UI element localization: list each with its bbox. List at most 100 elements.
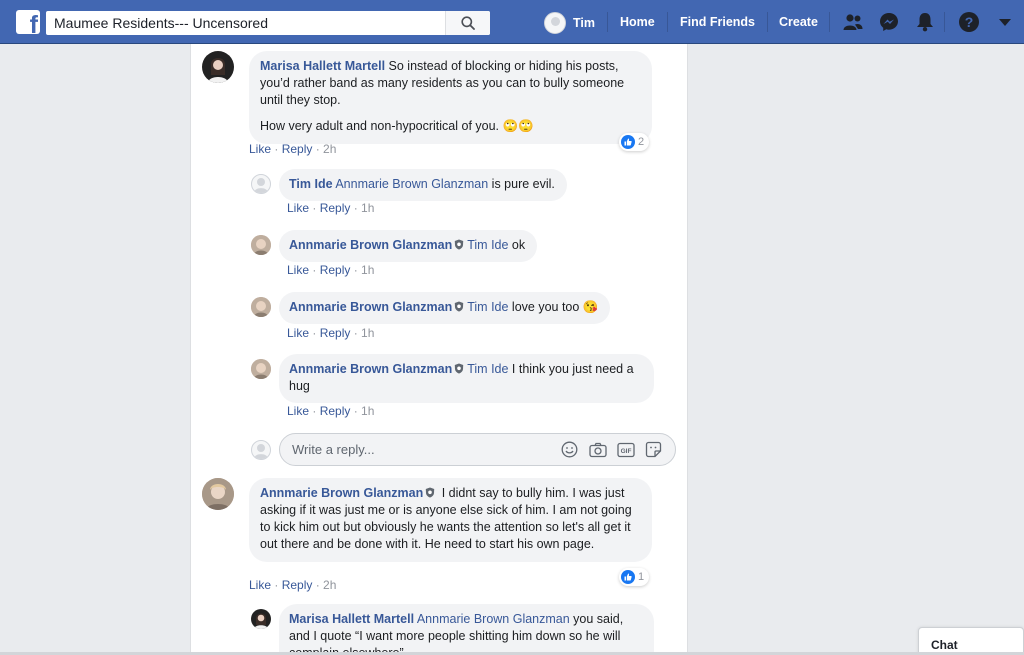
reply-button[interactable]: Reply	[320, 201, 351, 215]
find-friends-link[interactable]: Find Friends	[680, 15, 755, 29]
search-icon	[461, 16, 475, 30]
notifications-icon[interactable]	[914, 11, 936, 33]
reply-placeholder[interactable]: Write a reply...	[280, 442, 560, 457]
avatar[interactable]	[251, 174, 271, 194]
admin-badge-icon	[455, 363, 464, 374]
reply-comment: Marisa Hallett Martell Annmarie Brown Gl…	[251, 604, 654, 655]
comment-bubble: Annmarie Brown Glanzman I didnt say to b…	[249, 478, 652, 562]
profile-link[interactable]: Tim	[544, 11, 595, 35]
reply-button[interactable]: Reply	[320, 404, 351, 418]
comment-author[interactable]: Annmarie Brown Glanzman	[289, 238, 452, 252]
comment-text: ok	[508, 238, 526, 252]
like-reaction-icon	[621, 135, 635, 149]
comment: Annmarie Brown Glanzman I didnt say to b…	[202, 478, 652, 562]
mention-link[interactable]: Tim Ide	[467, 300, 508, 314]
comment-actions: Like · Reply · 1h	[287, 326, 375, 340]
comment-time[interactable]: 2h	[323, 142, 336, 156]
avatar[interactable]	[251, 235, 271, 255]
avatar[interactable]	[202, 478, 234, 510]
like-button[interactable]: Like	[249, 578, 271, 592]
comment-time[interactable]: 2h	[323, 578, 336, 592]
like-button[interactable]: Like	[249, 142, 271, 156]
reaction-count: 2	[638, 136, 645, 148]
nav-divider	[767, 12, 768, 32]
like-button[interactable]: Like	[287, 404, 309, 418]
current-user-avatar	[251, 440, 271, 460]
comment-actions: Like · Reply · 1h	[287, 201, 375, 215]
home-link[interactable]: Home	[620, 15, 655, 29]
svg-text:?: ?	[965, 14, 974, 30]
reply-button[interactable]: Reply	[320, 326, 351, 340]
search-bar[interactable]: Maumee Residents--- Uncensored	[46, 11, 490, 35]
comment-bubble: Annmarie Brown Glanzman Tim Ide ok	[279, 230, 538, 262]
reaction-count: 1	[638, 571, 645, 583]
reaction-badge[interactable]: 2	[619, 133, 650, 151]
reply-button[interactable]: Reply	[320, 263, 351, 277]
comment-time[interactable]: 1h	[361, 201, 374, 215]
top-navigation-bar: f Maumee Residents--- Uncensored Tim Hom…	[0, 0, 1024, 44]
avatar[interactable]	[251, 609, 271, 629]
create-link[interactable]: Create	[779, 15, 818, 29]
reply-button[interactable]: Reply	[282, 142, 313, 156]
avatar[interactable]	[202, 51, 234, 83]
reply-comment: Tim Ide Annmarie Brown Glanzman is pure …	[251, 169, 567, 201]
comment-author[interactable]: Tim Ide	[289, 177, 333, 191]
svg-text:GIF: GIF	[620, 448, 631, 455]
comment-author[interactable]: Annmarie Brown Glanzman	[260, 486, 423, 500]
like-button[interactable]: Like	[287, 326, 309, 340]
nav-divider	[944, 12, 945, 32]
emoji-icon[interactable]	[560, 440, 579, 459]
comment: Marisa Hallett Martell So instead of blo…	[202, 51, 652, 144]
comment-bubble: Annmarie Brown Glanzman Tim Ide I think y…	[279, 354, 654, 403]
reply-tools: GIF	[560, 440, 675, 459]
search-input[interactable]: Maumee Residents--- Uncensored	[46, 15, 445, 31]
comment-author[interactable]: Marisa Hallett Martell	[289, 612, 414, 626]
like-reaction-icon	[621, 570, 635, 584]
gif-icon[interactable]: GIF	[616, 440, 635, 459]
nav-divider	[667, 12, 668, 32]
avatar[interactable]	[251, 359, 271, 379]
chat-tab[interactable]: Chat	[918, 627, 1024, 655]
comment-text: love you too 😘	[508, 300, 599, 314]
comment-author[interactable]: Annmarie Brown Glanzman	[289, 300, 452, 314]
comment-bubble: Marisa Hallett Martell So instead of blo…	[249, 51, 652, 144]
account-menu-icon[interactable]	[994, 11, 1016, 33]
reply-comment: Annmarie Brown Glanzman Tim Ide ok	[251, 230, 538, 262]
user-avatar	[544, 12, 566, 34]
help-icon[interactable]: ?	[958, 11, 980, 33]
comment-actions: Like · Reply · 2h	[249, 578, 337, 592]
like-button[interactable]: Like	[287, 201, 309, 215]
camera-icon[interactable]	[588, 440, 607, 459]
facebook-logo[interactable]: f	[16, 10, 40, 34]
mention-link[interactable]: Tim Ide	[467, 238, 508, 252]
reply-comment: Annmarie Brown Glanzman Tim Ide I think y…	[251, 354, 654, 403]
comment-author[interactable]: Marisa Hallett Martell	[260, 59, 385, 73]
reply-comment: Annmarie Brown Glanzman Tim Ide love you …	[251, 292, 611, 324]
nav-divider	[607, 12, 608, 32]
comment-time[interactable]: 1h	[361, 263, 374, 277]
comment-actions: Like · Reply · 1h	[287, 404, 375, 418]
friend-requests-icon[interactable]	[842, 11, 864, 33]
comment-text-second: How very adult and non-hypocritical of y…	[260, 119, 534, 133]
comment-text: is pure evil.	[488, 177, 555, 191]
admin-badge-icon	[455, 239, 464, 250]
like-button[interactable]: Like	[287, 263, 309, 277]
avatar[interactable]	[251, 297, 271, 317]
comment-actions: Like · Reply · 2h	[249, 142, 337, 156]
user-name: Tim	[573, 16, 595, 30]
reply-input[interactable]: Write a reply... GIF	[279, 433, 676, 466]
comment-bubble: Annmarie Brown Glanzman Tim Ide love you …	[279, 292, 611, 324]
comment-time[interactable]: 1h	[361, 326, 374, 340]
comment-bubble: Tim Ide Annmarie Brown Glanzman is pure …	[279, 169, 567, 201]
comment-author[interactable]: Annmarie Brown Glanzman	[289, 362, 452, 376]
sticker-icon[interactable]	[644, 440, 663, 459]
reply-button[interactable]: Reply	[282, 578, 313, 592]
reaction-badge[interactable]: 1	[619, 568, 650, 586]
messenger-icon[interactable]	[878, 11, 900, 33]
mention-link[interactable]: Annmarie Brown Glanzman	[335, 177, 488, 191]
search-button[interactable]	[445, 11, 490, 35]
mention-link[interactable]: Annmarie Brown Glanzman	[417, 612, 570, 626]
admin-badge-icon	[426, 487, 435, 498]
mention-link[interactable]: Tim Ide	[467, 362, 508, 376]
comment-time[interactable]: 1h	[361, 404, 374, 418]
